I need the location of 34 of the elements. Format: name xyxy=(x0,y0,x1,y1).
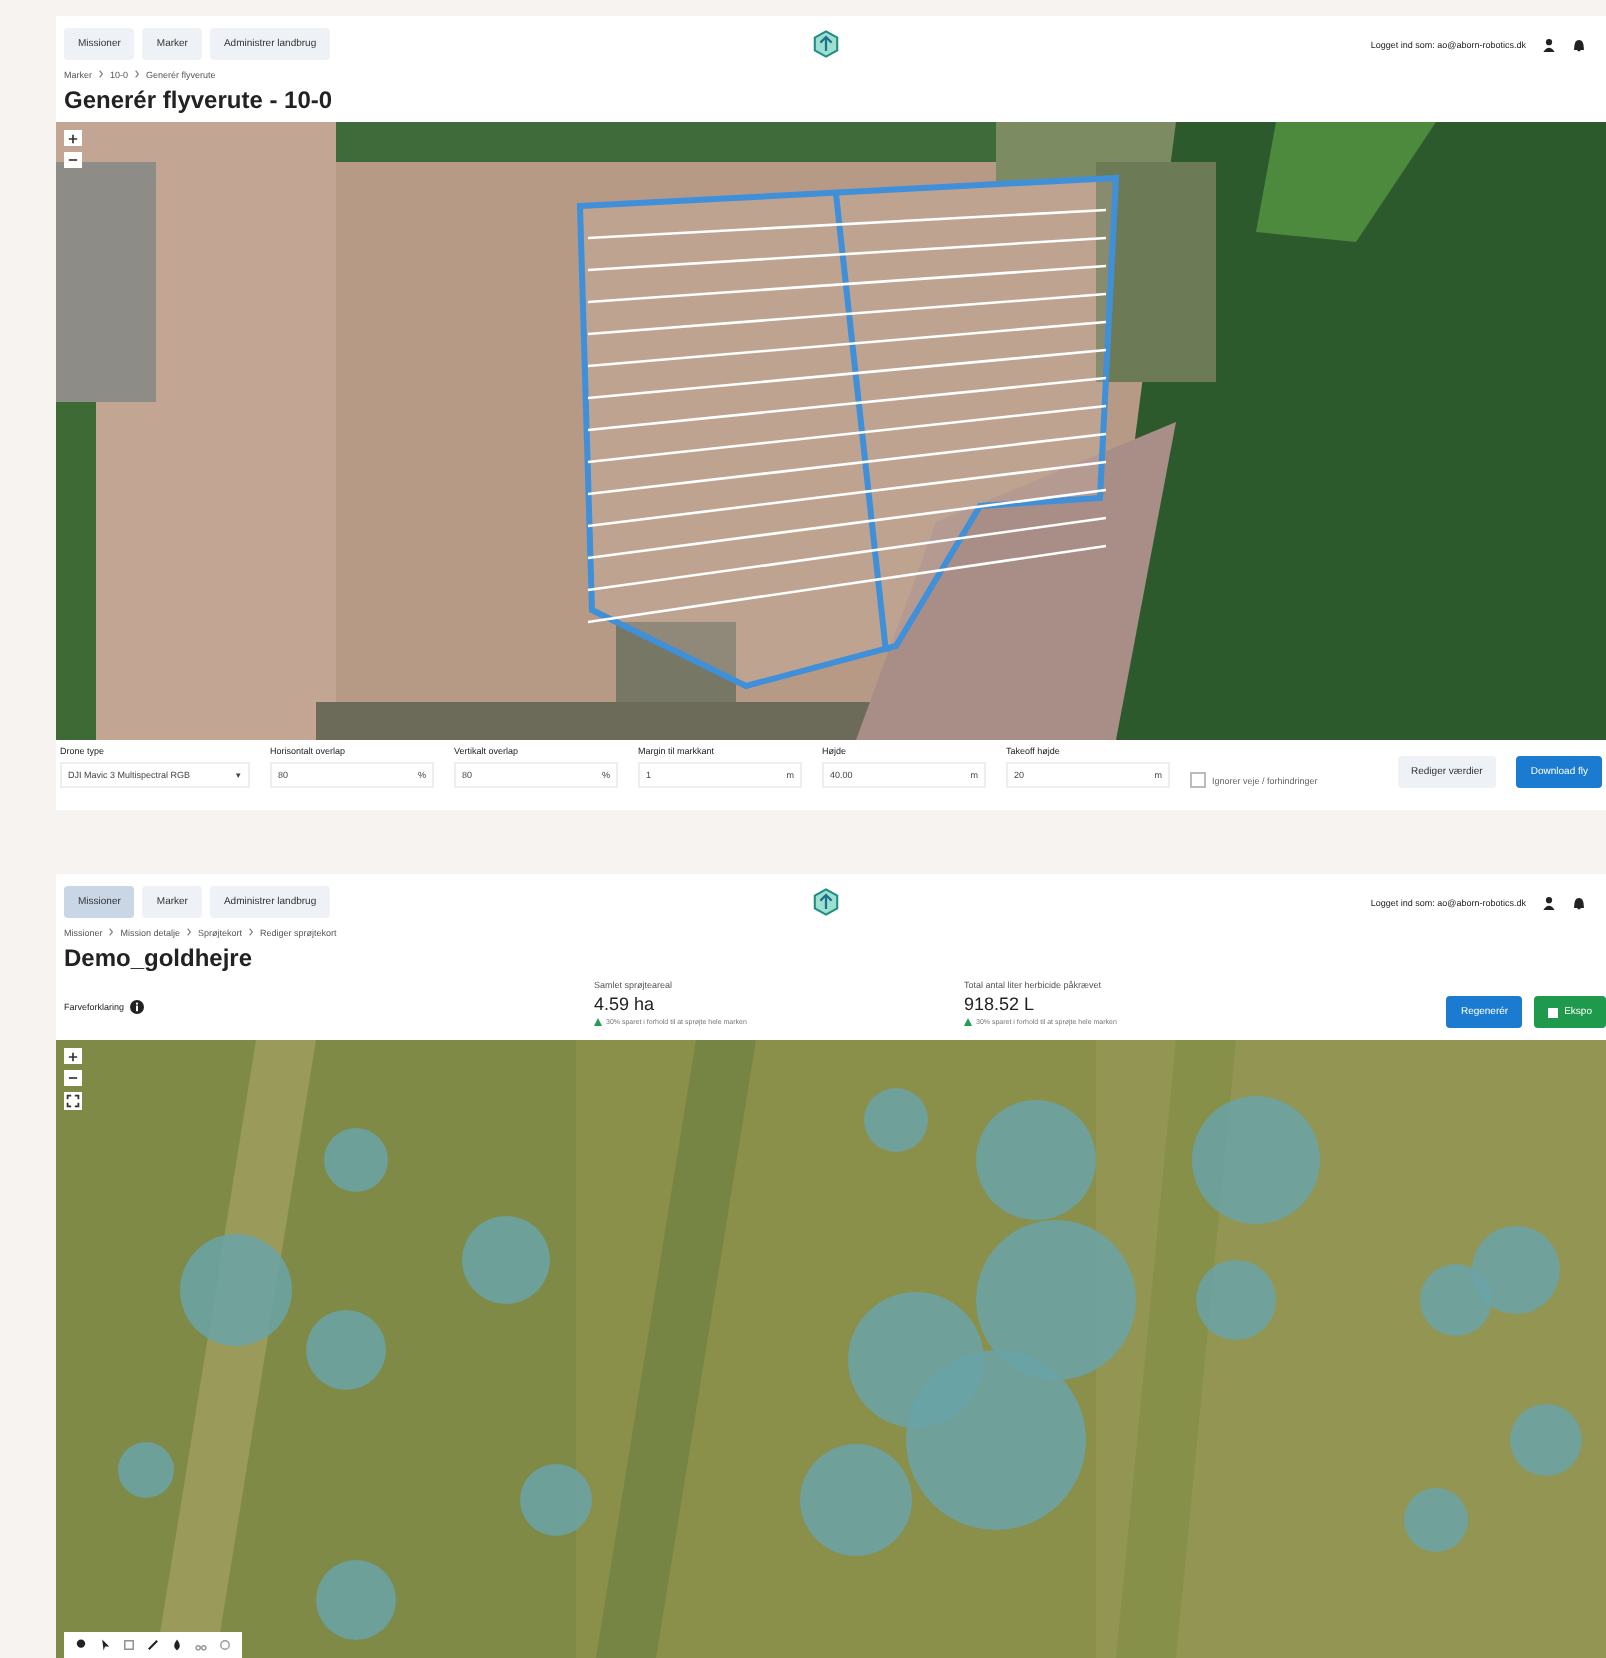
minus-icon xyxy=(68,158,78,162)
chevron-icon xyxy=(134,70,141,78)
minus-icon xyxy=(68,1076,78,1080)
chevron-icon xyxy=(98,70,105,78)
square-icon xyxy=(1548,1007,1559,1017)
zoom-in-button[interactable] xyxy=(64,1048,82,1064)
user-icon[interactable] xyxy=(1542,895,1556,909)
up-arrow-icon xyxy=(964,1018,972,1026)
bell-icon[interactable] xyxy=(1572,895,1586,909)
zoom-out-button[interactable] xyxy=(64,152,82,168)
bell-icon[interactable] xyxy=(1572,37,1586,51)
fullscreen-icon[interactable] xyxy=(64,1092,82,1110)
up-arrow-icon xyxy=(594,1018,602,1026)
checkbox[interactable] xyxy=(1190,772,1206,788)
marker-icon[interactable] xyxy=(74,1638,88,1652)
plus-icon xyxy=(68,133,78,143)
plus-icon xyxy=(68,1051,78,1061)
page-title: Generér flyverute - 10-0 xyxy=(62,84,335,118)
user-icon[interactable] xyxy=(1542,37,1556,51)
pencil-icon[interactable] xyxy=(146,1638,160,1652)
page-title: Demo_goldhejre xyxy=(62,942,255,976)
stat-value: 4.59 ha xyxy=(594,994,657,1014)
zoom-in-button[interactable] xyxy=(64,130,82,146)
drop-icon[interactable] xyxy=(170,1638,184,1652)
chevron-icon xyxy=(248,928,255,936)
info-icon[interactable] xyxy=(130,1000,145,1014)
logo-icon xyxy=(811,30,839,58)
stat-value: 918.52 L xyxy=(964,994,1037,1014)
chevron-icon xyxy=(108,928,115,936)
chevron-icon xyxy=(186,928,193,936)
logo-icon xyxy=(811,888,839,916)
zoom-out-button[interactable] xyxy=(64,1070,82,1086)
cursor-icon[interactable] xyxy=(98,1638,112,1652)
square-icon[interactable] xyxy=(122,1638,136,1652)
